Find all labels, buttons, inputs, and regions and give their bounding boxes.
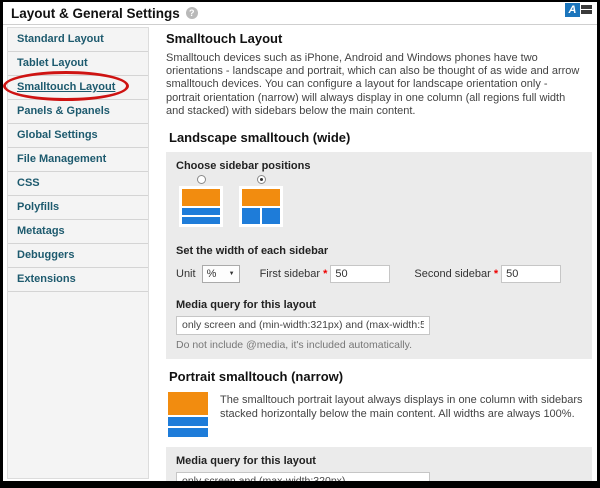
media-query-label: Media query for this layout xyxy=(176,298,316,311)
sidebar-item-metatags[interactable]: Metatags xyxy=(8,220,148,244)
portrait-layout-thumbnail xyxy=(168,391,208,437)
portrait-fieldset: Media query for this layout Do not inclu… xyxy=(166,446,592,481)
unit-label: Unit xyxy=(176,267,196,280)
radio-stacked[interactable] xyxy=(196,174,206,184)
adaptivetheme-logo: A xyxy=(565,3,592,17)
sidebar-item-tablet-layout[interactable]: Tablet Layout xyxy=(8,52,148,76)
sidebar-item-debuggers[interactable]: Debuggers xyxy=(8,244,148,268)
landscape-fieldset: Choose sidebar positions Set the width o… xyxy=(166,151,592,359)
sidebar-width-label: Set the width of each sidebar xyxy=(176,244,329,257)
sidebar-item-polyfills[interactable]: Polyfills xyxy=(8,196,148,220)
logo-icon: A xyxy=(565,3,580,17)
sidebar-item-file-management[interactable]: File Management xyxy=(8,148,148,172)
sidebar-item-global-settings[interactable]: Global Settings xyxy=(8,124,148,148)
layout-options xyxy=(178,174,582,227)
sidebar-item-extensions[interactable]: Extensions xyxy=(8,268,148,292)
intro-paragraph: Smalltouch devices such as iPhone, Andro… xyxy=(166,52,580,117)
sidebar-square-block xyxy=(262,207,280,224)
chevron-down-icon: ▼ xyxy=(228,270,235,277)
page-title: Layout & General Settings xyxy=(11,5,180,21)
help-icon[interactable]: ? xyxy=(185,7,198,19)
choose-sidebar-positions-label: Choose sidebar positions xyxy=(176,159,311,172)
sidebar-square-block xyxy=(242,207,260,224)
sidebar-item-label: Smalltouch Layout xyxy=(17,81,116,93)
second-sidebar-input[interactable] xyxy=(501,264,562,283)
settings-sidebar: Standard Layout Tablet Layout Smalltouch… xyxy=(3,27,149,479)
main-region-block xyxy=(182,188,220,206)
second-sidebar-label: Second sidebar xyxy=(414,267,491,280)
portrait-media-query-input[interactable] xyxy=(176,471,430,481)
layout-thumbnail-stacked xyxy=(179,185,223,227)
radio-side-by-side[interactable] xyxy=(256,174,266,184)
sidebar-bar-block xyxy=(168,427,208,437)
media-query-help: Do not include @media, it's included aut… xyxy=(176,338,413,351)
sidebar-item-css[interactable]: CSS xyxy=(8,172,148,196)
sidebar-item-standard-layout[interactable]: Standard Layout xyxy=(8,28,148,52)
main-region-block xyxy=(168,391,208,415)
unit-select[interactable]: % ▼ xyxy=(201,264,240,283)
unit-selected-value: % xyxy=(206,267,217,280)
required-asterisk: * xyxy=(323,267,328,280)
content-heading: Smalltouch Layout xyxy=(166,31,283,46)
layout-thumbnail-side-by-side xyxy=(239,185,283,227)
media-query-label: Media query for this layout xyxy=(176,454,316,467)
main-content: Smalltouch Layout Smalltouch devices suc… xyxy=(149,25,597,481)
sidebar-item-smalltouch-layout[interactable]: Smalltouch Layout xyxy=(3,71,148,101)
sidebar-squares-row xyxy=(242,207,280,224)
sidebar-bar-block xyxy=(182,207,220,215)
first-sidebar-input[interactable] xyxy=(330,264,391,283)
main-region-block xyxy=(242,188,280,206)
logo-text xyxy=(581,3,592,14)
portrait-info-row: The smalltouch portrait layout always di… xyxy=(168,391,592,437)
landscape-section-heading: Landscape smalltouch (wide) xyxy=(169,129,351,145)
page-header: Layout & General Settings ? A xyxy=(3,2,597,25)
sidebar-width-controls: Unit % ▼ First sidebar * Second sidebar … xyxy=(176,264,582,283)
settings-window: Layout & General Settings ? A Standard L… xyxy=(0,0,600,488)
portrait-description: The smalltouch portrait layout always di… xyxy=(220,393,583,421)
layout-option-side-by-side[interactable] xyxy=(238,174,284,227)
portrait-section-heading: Portrait smalltouch (narrow) xyxy=(169,368,344,384)
sidebar-bar-block xyxy=(182,216,220,224)
first-sidebar-label: First sidebar xyxy=(259,267,321,280)
sidebar-item-panels-gpanels[interactable]: Panels & Gpanels xyxy=(8,100,148,124)
required-asterisk: * xyxy=(493,267,499,280)
sidebar-bar-block xyxy=(168,416,208,426)
layout-option-stacked[interactable] xyxy=(178,174,224,227)
landscape-media-query-input[interactable] xyxy=(176,315,430,335)
